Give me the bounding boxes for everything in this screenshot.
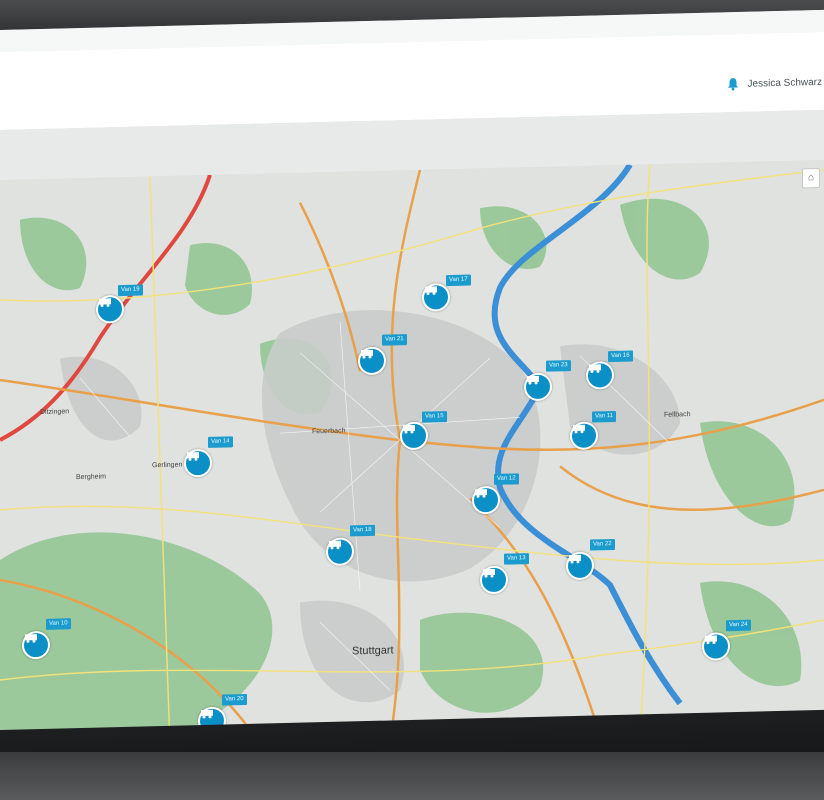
van-icon xyxy=(527,375,539,385)
vehicle-label[interactable]: Van 23 xyxy=(546,360,571,372)
user-name[interactable]: Jessica Schwarz xyxy=(748,76,822,89)
place-label: Gerlingen xyxy=(152,461,183,470)
user-area[interactable]: Jessica Schwarz xyxy=(726,72,824,94)
van-icon xyxy=(589,364,601,374)
monitor-stand xyxy=(0,752,824,800)
vehicle-label[interactable]: Van 10 xyxy=(46,618,71,630)
city-label: Stuttgart xyxy=(352,644,394,658)
vehicle-label[interactable]: Van 15 xyxy=(422,411,447,423)
vehicle-label[interactable]: Van 24 xyxy=(726,619,751,632)
map-canvas xyxy=(0,163,824,750)
monitor-screen: Jessica Schwarz ⌂ Stuttgart Fellbach Feu… xyxy=(0,9,824,750)
place-label: Ditzingen xyxy=(40,408,70,417)
vehicle-label[interactable]: Van 17 xyxy=(446,274,471,287)
van-icon xyxy=(573,424,585,434)
vehicle-label[interactable]: Van 16 xyxy=(608,350,633,363)
vehicle-label[interactable]: Van 19 xyxy=(118,284,143,297)
van-icon xyxy=(425,286,437,296)
van-icon xyxy=(99,298,111,308)
van-icon xyxy=(187,452,199,461)
vehicle-label[interactable]: Van 12 xyxy=(494,473,519,485)
van-icon xyxy=(483,568,495,578)
place-label: Fellbach xyxy=(664,411,691,419)
van-icon xyxy=(361,349,373,359)
van-icon xyxy=(25,634,37,643)
vehicle-label[interactable]: Van 20 xyxy=(222,693,247,706)
van-icon xyxy=(705,635,717,645)
layers-icon[interactable]: ⌂ xyxy=(802,167,820,189)
van-icon xyxy=(329,540,341,550)
vehicle-label[interactable]: Van 11 xyxy=(592,410,617,423)
van-icon xyxy=(201,709,213,719)
vehicle-label[interactable]: Van 18 xyxy=(350,524,375,537)
vehicle-label[interactable]: Van 22 xyxy=(590,538,615,551)
vehicle-label[interactable]: Van 13 xyxy=(504,553,529,565)
van-icon xyxy=(569,554,581,564)
place-label: Bergheim xyxy=(76,473,106,482)
van-icon xyxy=(475,489,487,498)
vehicle-label[interactable]: Van 21 xyxy=(382,334,407,346)
map-view[interactable]: ⌂ Stuttgart Fellbach Feuerbach Gerlingen… xyxy=(0,159,824,750)
place-label: Feuerbach xyxy=(312,427,346,436)
van-icon xyxy=(403,424,415,434)
vehicle-label[interactable]: Van 14 xyxy=(208,436,233,448)
bell-icon[interactable] xyxy=(726,77,740,91)
